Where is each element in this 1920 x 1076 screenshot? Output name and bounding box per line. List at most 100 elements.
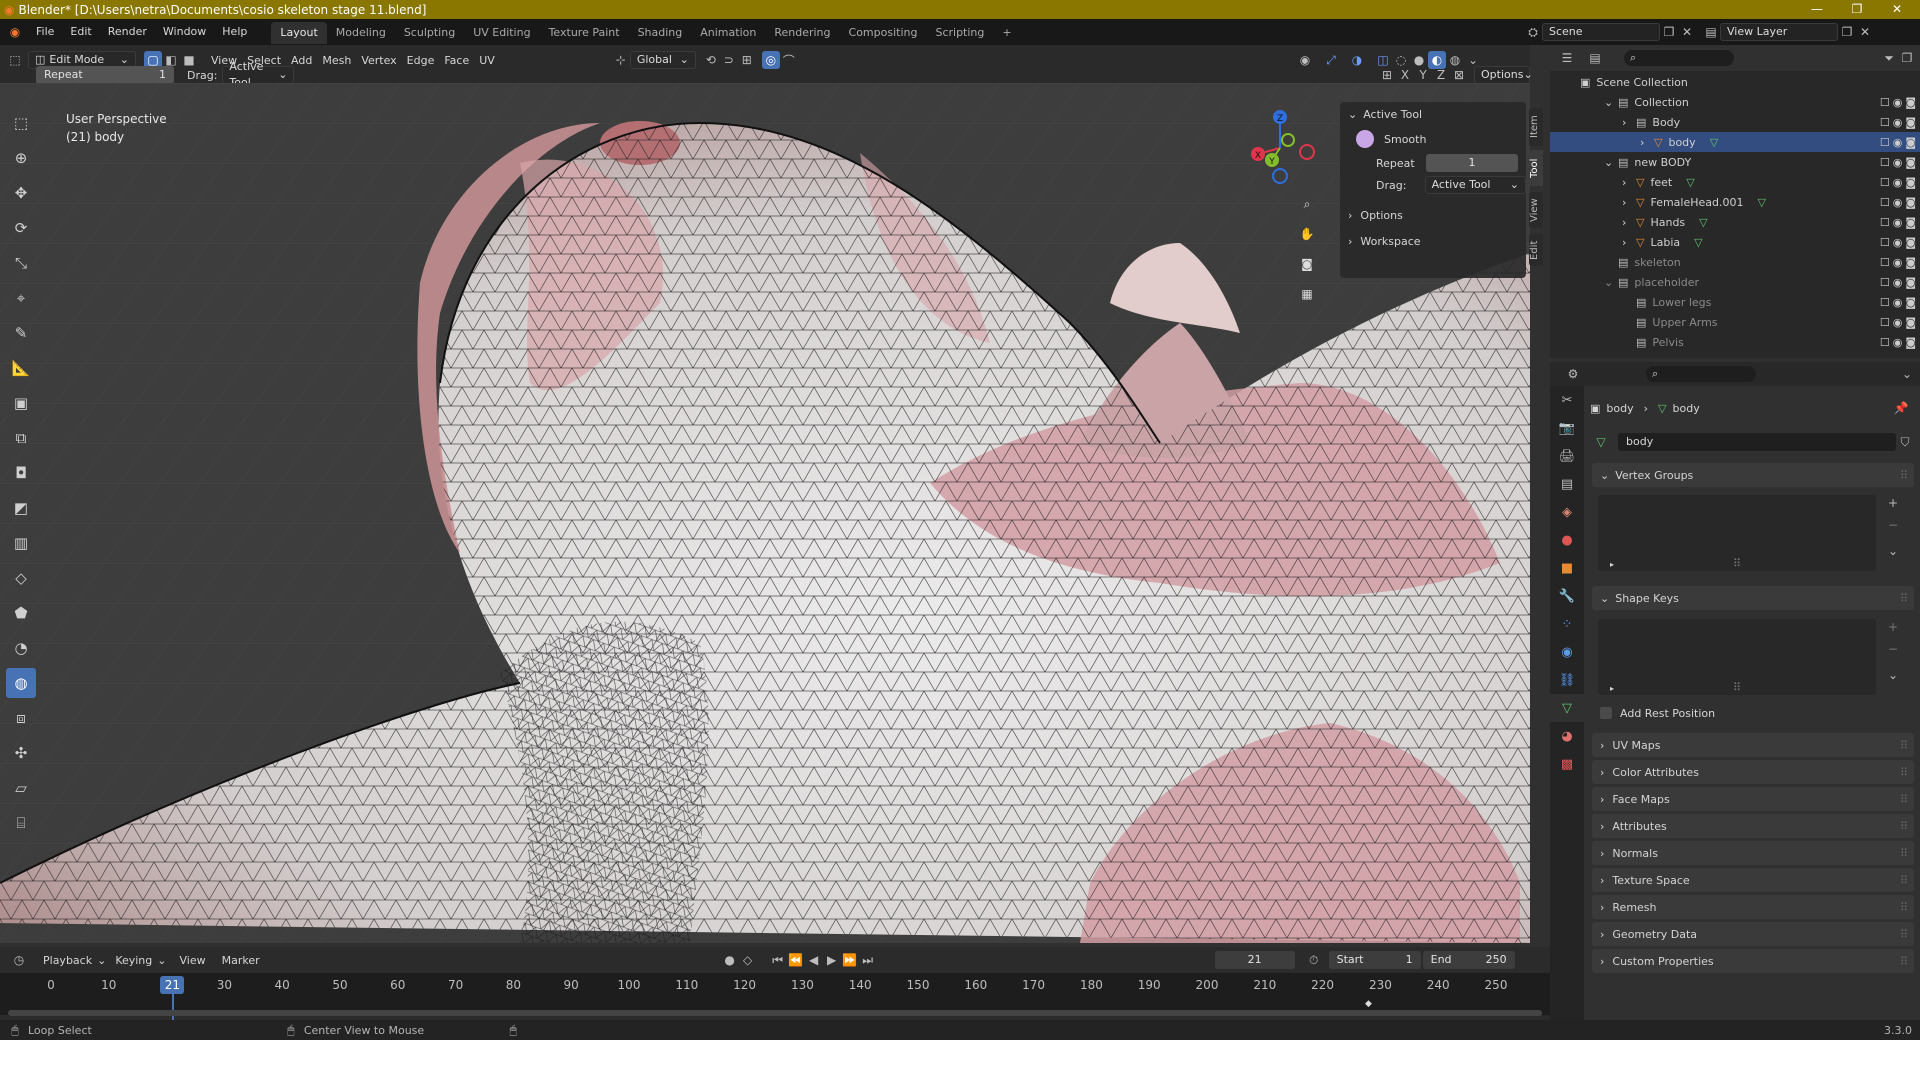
camera-icon[interactable]: ◙ xyxy=(1905,136,1916,149)
tool-tab-icon[interactable]: ✂ xyxy=(1550,386,1584,414)
camera-icon[interactable]: ◙ xyxy=(1905,236,1916,249)
outliner-item[interactable]: › ▽ FemaleHead.001 ▽ ☐ ◉ ◙ xyxy=(1550,192,1920,212)
menu-edge[interactable]: Edge xyxy=(402,54,440,67)
camera-icon[interactable]: ◙ xyxy=(1905,196,1916,209)
disclosure-icon[interactable]: › xyxy=(1640,136,1654,149)
drag-handle-icon[interactable]: ⠿ xyxy=(1900,901,1908,914)
3d-viewport[interactable]: User Perspective (21) body Z X Y ⌕ ✋ ◙ ▦ xyxy=(0,83,1530,943)
smooth-icon[interactable]: ◍ xyxy=(6,668,36,698)
menu-edit[interactable]: Edit xyxy=(62,19,99,45)
exclude-checkbox-icon[interactable]: ☐ xyxy=(1880,116,1890,129)
exclude-checkbox-icon[interactable]: ☐ xyxy=(1880,296,1890,309)
remove-shape-key-icon[interactable]: − xyxy=(1884,640,1902,658)
eye-icon[interactable]: ◉ xyxy=(1893,316,1903,329)
disclosure-icon[interactable]: › xyxy=(1622,216,1636,229)
maximize-button[interactable]: ❐ xyxy=(1837,0,1877,19)
menu-render[interactable]: Render xyxy=(100,19,155,45)
menu-timeline-view[interactable]: View xyxy=(174,954,210,967)
poly-build-icon[interactable]: ⬟ xyxy=(6,598,36,628)
tab-edit[interactable]: Edit xyxy=(1529,234,1543,266)
npanel-drag-selector[interactable]: Active Tool ⌄ xyxy=(1424,176,1526,194)
datablock-name-field[interactable]: body xyxy=(1618,433,1896,451)
properties-section[interactable]: › Texture Space ⠿ xyxy=(1592,868,1914,892)
properties-section[interactable]: › Color Attributes ⠿ xyxy=(1592,760,1914,784)
expand-icon[interactable]: ▸ xyxy=(1610,684,1614,693)
select-box-icon[interactable]: ⬚ xyxy=(6,108,36,138)
add-rest-position-checkbox[interactable] xyxy=(1600,707,1612,719)
play-reverse-icon[interactable]: ◀ xyxy=(805,951,823,969)
pivot-point-icon[interactable]: ⟲ xyxy=(702,51,720,69)
drag-handle-icon[interactable]: ⠿ xyxy=(1900,820,1908,833)
menu-add[interactable]: Add xyxy=(286,54,317,67)
npanel-workspace-header[interactable]: › Workspace xyxy=(1340,228,1526,254)
next-keyframe-icon[interactable]: ⏩ xyxy=(841,951,859,969)
camera-icon[interactable]: ◙ xyxy=(1298,255,1316,273)
outliner-item[interactable]: ▤ skeleton ☐ ◉ ◙ xyxy=(1550,252,1920,272)
extrude-icon[interactable]: ⧉ xyxy=(6,423,36,453)
shape-keys-list[interactable]: ▸ ⠿ xyxy=(1598,619,1876,695)
snap-target-icon[interactable]: ⊞ xyxy=(738,51,756,69)
camera-icon[interactable]: ◙ xyxy=(1905,156,1916,169)
resize-handle-icon[interactable]: ⠿ xyxy=(1733,557,1741,570)
menu-playback[interactable]: Playback xyxy=(38,954,97,967)
tab-modeling[interactable]: Modeling xyxy=(327,22,395,44)
properties-section[interactable]: › UV Maps ⠿ xyxy=(1592,733,1914,757)
shear-icon[interactable]: ▱ xyxy=(6,773,36,803)
camera-icon[interactable]: ◙ xyxy=(1905,216,1916,229)
render-tab-icon[interactable]: 📷 xyxy=(1550,414,1584,442)
vertex-groups-list[interactable]: ▸ ⠿ xyxy=(1598,495,1876,571)
eye-icon[interactable]: ◉ xyxy=(1893,116,1903,129)
end-frame-field[interactable]: End 250 xyxy=(1422,951,1515,969)
view-layer-selector[interactable]: View Layer xyxy=(1720,23,1838,41)
outliner-scene-collection[interactable]: ▣ Scene Collection xyxy=(1550,72,1920,92)
mesh-data-icon[interactable]: ▽ xyxy=(1694,236,1702,249)
shrink-fatten-icon[interactable]: ✣ xyxy=(6,738,36,768)
exclude-checkbox-icon[interactable]: ☐ xyxy=(1880,136,1890,149)
proportional-edit-icon[interactable]: ◎ xyxy=(761,51,780,69)
vertex-group-menu-icon[interactable]: ⌄ xyxy=(1884,542,1902,560)
object-tab-icon[interactable]: ■ xyxy=(1550,554,1584,582)
outliner-item[interactable]: › ▽ Hands ▽ ☐ ◉ ◙ xyxy=(1550,212,1920,232)
disclosure-icon[interactable]: › xyxy=(1622,196,1636,209)
modifier-tab-icon[interactable]: 🔧 xyxy=(1550,582,1584,610)
add-shape-key-icon[interactable]: + xyxy=(1884,618,1902,636)
rotate-icon[interactable]: ⟳ xyxy=(6,213,36,243)
properties-section[interactable]: › Custom Properties ⠿ xyxy=(1592,949,1914,973)
timeline-scrollbar[interactable] xyxy=(8,1010,1542,1016)
camera-icon[interactable]: ◙ xyxy=(1905,176,1916,189)
eye-icon[interactable]: ◉ xyxy=(1893,296,1903,309)
camera-icon[interactable]: ◙ xyxy=(1905,336,1916,349)
prev-keyframe-icon[interactable]: ⏪ xyxy=(787,951,805,969)
camera-icon[interactable]: ◙ xyxy=(1905,296,1916,309)
repeat-field[interactable]: Repeat 1 xyxy=(36,66,174,84)
drag-handle-icon[interactable]: ⠿ xyxy=(1900,847,1908,860)
properties-section[interactable]: › Normals ⠿ xyxy=(1592,841,1914,865)
exclude-checkbox-icon[interactable]: ☐ xyxy=(1880,176,1890,189)
annotate-icon[interactable]: ✎ xyxy=(6,318,36,348)
move-icon[interactable]: ✥ xyxy=(6,178,36,208)
drag-handle-icon[interactable]: ⠿ xyxy=(1900,739,1908,752)
mesh-data-icon[interactable]: ▽ xyxy=(1710,136,1718,149)
exclude-checkbox-icon[interactable]: ☐ xyxy=(1880,156,1890,169)
menu-file[interactable]: File xyxy=(28,19,62,45)
menu-uv[interactable]: UV xyxy=(474,54,500,67)
pin-icon[interactable]: 📌 xyxy=(1892,399,1910,417)
inset-icon[interactable]: ◘ xyxy=(6,458,36,488)
drag-handle-icon[interactable]: ⠿ xyxy=(1900,793,1908,806)
clock-icon[interactable]: ⏱ xyxy=(1305,951,1323,969)
constraints-tab-icon[interactable]: ⛓ xyxy=(1550,666,1584,694)
properties-section[interactable]: › Remesh ⠿ xyxy=(1592,895,1914,919)
start-frame-field[interactable]: Start 1 xyxy=(1328,951,1421,969)
camera-icon[interactable]: ◙ xyxy=(1905,116,1916,129)
drag-handle-icon[interactable]: ⠿ xyxy=(1900,469,1908,482)
world-tab-icon[interactable]: ● xyxy=(1550,526,1584,554)
camera-icon[interactable]: ◙ xyxy=(1905,96,1916,109)
shape-keys-header[interactable]: ⌄ Shape Keys ⠿ xyxy=(1592,586,1914,610)
exclude-checkbox-icon[interactable]: ☐ xyxy=(1880,276,1890,289)
outliner-item[interactable]: › ▽ feet ▽ ☐ ◉ ◙ xyxy=(1550,172,1920,192)
chevron-down-icon[interactable]: ⌄ xyxy=(1898,365,1916,383)
mesh-data-tab-icon[interactable]: ▽ xyxy=(1550,694,1584,722)
camera-icon[interactable]: ◙ xyxy=(1905,276,1916,289)
tab-uv-editing[interactable]: UV Editing xyxy=(464,22,539,44)
properties-section[interactable]: › Face Maps ⠿ xyxy=(1592,787,1914,811)
